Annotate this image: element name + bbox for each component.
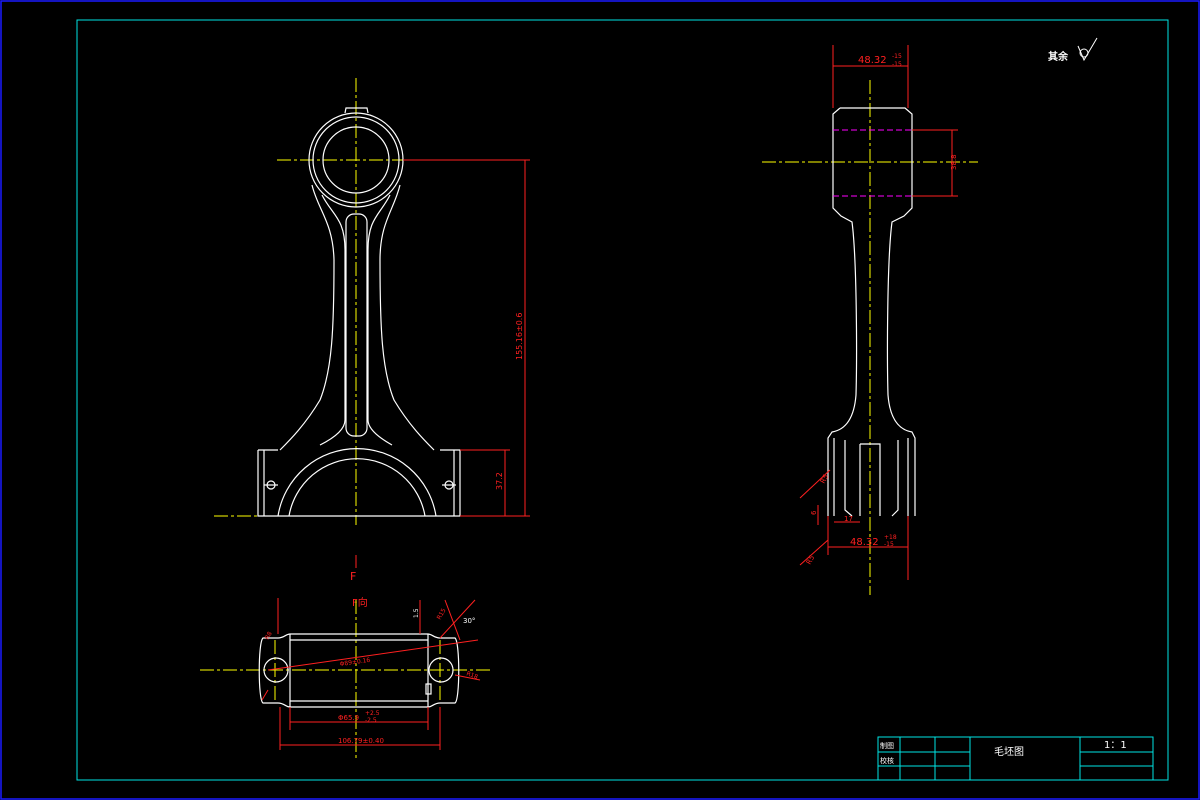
front-view-outline — [257, 107, 461, 517]
dim-bore-lower: -2.5 — [365, 717, 377, 724]
drawing-frame — [76, 19, 1169, 781]
dim-top-width-upper: -15 — [892, 53, 902, 60]
label-f-direction: F向 — [352, 596, 368, 609]
front-view: 155.16±0.6 37.2 — [214, 78, 530, 525]
label-f: F — [350, 570, 356, 583]
dim-top-height: 38.8 — [950, 154, 958, 170]
title-block: 制图 校核 毛坯图 1：1 — [877, 736, 1154, 781]
side-view-outline — [827, 107, 916, 517]
dim-bottom-width-base: 48.32 — [850, 537, 879, 548]
dim-r1: R15 — [436, 607, 448, 621]
dim-bore-upper: +2.5 — [365, 710, 380, 717]
dim-bottom-width-lower: -15 — [884, 541, 894, 548]
side-view-dims — [799, 45, 958, 580]
dim-small: 1.5 — [413, 608, 420, 618]
dim-overall: 106.79±0.40 — [338, 737, 384, 745]
dim-bottom-width-upper: +18 — [884, 534, 897, 541]
dim-bottom-offset: 17 — [844, 515, 853, 523]
drawing-name: 毛坯图 — [994, 746, 1024, 758]
side-view: 48.32 -15 -15 38.8 48.32 +18 -15 17 6 R5… — [762, 45, 978, 595]
title-row2-label: 校核 — [880, 756, 894, 765]
dim-small-1: 6 — [810, 510, 818, 515]
side-view-hidden-lines — [833, 129, 912, 197]
dim-small-2: R5 — [819, 473, 831, 485]
side-view-centerlines — [762, 80, 978, 595]
dim-diagonal: Φ89±0.16 — [339, 657, 371, 668]
drawing-scale: 1：1 — [1104, 740, 1127, 751]
surface-roughness-note: 其余 — [1048, 37, 1098, 63]
cad-drawing-canvas: 其余 155.16±0.6 37.2 48.32 -15 -15 38.8 48… — [0, 0, 1200, 800]
section-outline — [258, 633, 460, 708]
dim-bore-base: Φ65.9 — [338, 714, 359, 722]
title-row1-label: 制图 — [880, 741, 894, 750]
roughness-symbol-icon — [1077, 37, 1098, 62]
dim-total-height: 155.16±0.6 — [515, 313, 524, 360]
section-view: F F向 Φ65.9 +2.5 -2.5 106.79±0.40 Φ89±0.1… — [200, 555, 490, 760]
dim-r3: R18 — [465, 670, 479, 681]
dim-top-width-lower: -15 — [892, 61, 902, 68]
surface-note-text: 其余 — [1048, 50, 1069, 63]
dim-small-3: R5 — [805, 554, 817, 566]
section-dims — [261, 598, 481, 750]
dim-cap-height: 37.2 — [495, 472, 504, 490]
dim-r2: R8 — [264, 630, 274, 641]
dim-top-width-base: 48.32 — [858, 55, 887, 66]
dim-angle: 30° — [463, 617, 475, 625]
outer-border — [0, 0, 1200, 800]
front-view-dims — [403, 159, 530, 517]
